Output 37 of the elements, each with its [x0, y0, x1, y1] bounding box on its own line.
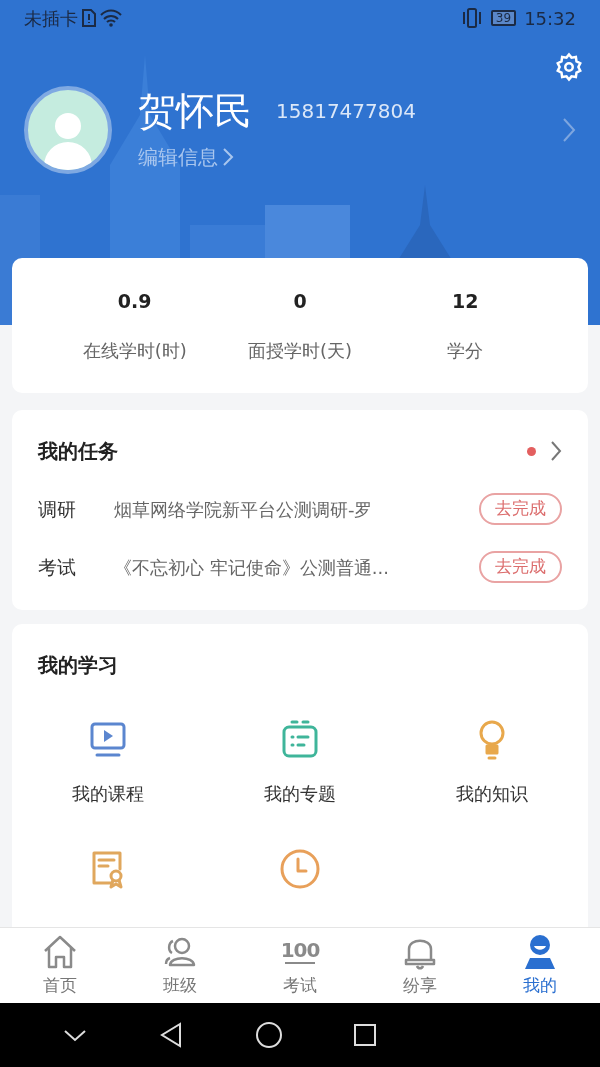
edit-info-link[interactable]: 编辑信息 — [138, 141, 562, 172]
section-title: 我的学习 — [38, 653, 118, 677]
learning-label[interactable]: 我的知识 — [456, 780, 528, 807]
settings-icon[interactable] — [554, 52, 584, 82]
stat-value: 0 — [293, 288, 307, 314]
tab[interactable]: 班级 — [120, 928, 240, 1003]
home-circle-icon[interactable] — [254, 1020, 284, 1050]
learning-label[interactable]: 我的专题 — [264, 780, 336, 807]
task-type: 调研 — [38, 496, 77, 522]
tab[interactable]: 首页 — [0, 928, 120, 1003]
tab[interactable]: 100 考试 — [240, 928, 360, 1003]
sim-card-icon — [82, 9, 96, 27]
task-type: 考试 — [38, 554, 77, 580]
stat-label: 面授学时(天) — [247, 339, 352, 364]
recent-apps-icon[interactable] — [352, 1022, 378, 1048]
stat-value: 12 — [452, 288, 479, 314]
complete-button[interactable]: 去完成 — [479, 551, 562, 583]
stat-label: 在线学时(时) — [82, 339, 187, 364]
wifi-icon — [100, 9, 122, 27]
phone-number: 15817477804 — [276, 97, 416, 125]
complete-button[interactable]: 去完成 — [479, 493, 562, 525]
vibrate-icon — [460, 8, 483, 28]
user-name: 贺怀民 — [138, 88, 252, 136]
chevron-right-icon — [222, 146, 234, 167]
tab[interactable]: 纷享 — [360, 928, 480, 1003]
task-title[interactable]: 烟草网络学院新平台公测调研-罗 — [114, 495, 471, 523]
battery-indicator: 39 — [490, 10, 517, 26]
clock-icon — [278, 847, 322, 891]
learning-label[interactable]: 我的课程 — [72, 780, 144, 807]
stat-value: 0.9 — [117, 288, 152, 314]
carrier-text: 未插卡 — [24, 6, 78, 31]
task-title[interactable]: 《不忘初心 牢记使命》公测普通... — [114, 553, 471, 581]
clock-time: 15:32 — [524, 6, 576, 31]
chevron-right-icon[interactable] — [550, 440, 562, 462]
stat-label: 学分 — [447, 339, 484, 364]
tab[interactable]: 我的 — [480, 928, 600, 1003]
section-title: 我的任务 — [38, 438, 118, 465]
